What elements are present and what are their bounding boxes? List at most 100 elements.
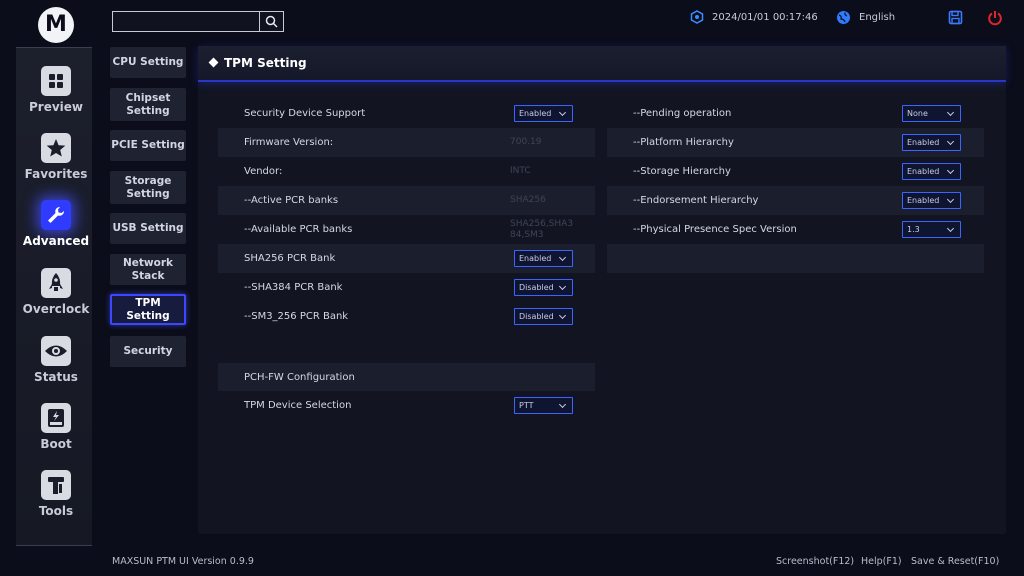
setting-label: TPM Device Selection [244,400,352,411]
physical-presence-spec-version-dropdown[interactable]: 1.3 [902,221,961,238]
submenu-label: TPM Setting [126,296,170,322]
dropdown-value: None [907,109,928,118]
rocket-icon [41,268,71,298]
nav-preview[interactable]: Preview [16,66,96,126]
setting-label: --Active PCR banks [244,195,339,206]
submenu-label: Security [123,345,173,357]
datetime-text: 2024/01/01 00:17:46 [712,11,818,23]
left-settings-column: Security Device Support Enabled Firmware… [218,99,595,557]
chevron-down-icon [946,137,955,146]
row-storage-hierarchy: --Storage Hierarchy Enabled [607,157,984,186]
row-security-device-support: Security Device Support Enabled [218,99,595,128]
nav-label: Advanced [22,234,90,248]
maxsun-logo: M [38,7,74,43]
setting-label: Vendor: [244,166,283,177]
row-endorsement-hierarchy: --Endorsement Hierarchy Enabled [607,186,984,215]
row-sha384-pcr-bank: --SHA384 PCR Bank Disabled [218,273,595,302]
submenu-storage-setting[interactable]: Storage Setting [110,171,186,204]
save-reset-button[interactable]: Save & Reset(F10) [911,556,999,567]
dropdown-value: Enabled [907,196,940,205]
row-vendor: Vendor: INTC [218,157,595,186]
available-pcr-banks-value: SHA256,SHA384,SM3 [510,218,574,240]
setting-label: --Platform Hierarchy [633,137,734,148]
platform-hierarchy-dropdown[interactable]: Enabled [902,134,961,151]
panel-title: TPM Setting [224,56,307,70]
submenu-label: PCIE Setting [111,139,185,151]
submenu-network-stack[interactable]: Network Stack [110,254,186,285]
language-label: English [859,12,896,23]
submenu-security[interactable]: Security [110,336,186,367]
row-tpm-device-selection: TPM Device Selection PTT [218,391,595,420]
search-icon [265,15,278,28]
nav-label: Preview [28,100,83,114]
nav-status[interactable]: Status [16,336,96,396]
setting-label: --Physical Presence Spec Version [633,224,797,235]
nav-advanced[interactable]: Advanced [16,200,96,260]
active-pcr-banks-value: SHA256 [510,195,546,205]
setting-label: --SHA384 PCR Bank [244,282,343,293]
storage-hierarchy-dropdown[interactable]: Enabled [902,163,961,180]
chevron-down-icon [558,311,567,320]
version-text: MAXSUN PTM UI Version 0.9.9 [112,556,254,567]
row-active-pcr-banks: --Active PCR banks SHA256 [218,186,595,215]
dropdown-value: 1.3 [907,225,920,234]
endorsement-hierarchy-dropdown[interactable]: Enabled [902,192,961,209]
row-sha256-pcr-bank: SHA256 PCR Bank Enabled [218,244,595,273]
setting-label: SHA256 PCR Bank [244,253,336,264]
grid-icon [41,66,71,96]
submenu-tpm-setting[interactable]: TPM Setting [110,294,186,325]
sha256-pcr-bank-dropdown[interactable]: Enabled [514,250,573,267]
nav-boot[interactable]: Boot [16,403,96,463]
nav-label: Tools [38,504,74,518]
nav-label: Overclock [22,302,90,316]
language-selector[interactable]: English [836,10,895,25]
floppy-save-icon [948,10,963,25]
nav-label: Boot [40,437,72,451]
nav-overclock[interactable]: Overclock [16,268,96,328]
search-input[interactable] [112,11,259,32]
submenu-label: Network Stack [122,256,173,282]
security-device-support-dropdown[interactable]: Enabled [514,105,573,122]
setting-label: --Storage Hierarchy [633,166,731,177]
nav-favorites[interactable]: Favorites [16,133,96,193]
row-sm3-256-pcr-bank: --SM3_256 PCR Bank Disabled [218,302,595,331]
row-platform-hierarchy: --Platform Hierarchy Enabled [607,128,984,157]
submenu-label: CPU Setting [112,56,184,68]
vendor-value: INTC [510,166,531,176]
sha384-pcr-bank-dropdown[interactable]: Disabled [514,279,573,296]
chevron-down-icon [558,253,567,262]
right-settings-column: --Pending operation None --Platform Hier… [607,99,984,557]
pending-operation-dropdown[interactable]: None [902,105,961,122]
submenu-cpu-setting[interactable]: CPU Setting [110,47,186,78]
row-available-pcr-banks: --Available PCR banks SHA256,SHA384,SM3 [218,215,595,244]
search-box [112,11,284,32]
dropdown-value: Enabled [907,167,940,176]
screenshot-button[interactable]: Screenshot(F12) [776,556,854,567]
chevron-down-icon [558,282,567,291]
chevron-down-icon [946,166,955,175]
setting-label: --Pending operation [633,108,732,119]
submenu-pcie-setting[interactable]: PCIE Setting [110,130,186,161]
datetime-display: 2024/01/01 00:17:46 [690,10,818,24]
chevron-down-icon [946,195,955,204]
hexagon-settings-icon [690,10,704,24]
pch-fw-configuration-header: PCH-FW Configuration [218,363,595,391]
nav-tools[interactable]: Tools [16,470,96,530]
firmware-version-value: 700.19 [510,137,542,147]
dropdown-value: Enabled [519,254,552,263]
save-button[interactable] [948,10,963,29]
search-button[interactable] [259,11,284,32]
dropdown-value: Enabled [907,138,940,147]
sm3-256-pcr-bank-dropdown[interactable]: Disabled [514,308,573,325]
help-button[interactable]: Help(F1) [861,556,902,567]
tpm-device-selection-dropdown[interactable]: PTT [514,397,573,414]
tools-icon [41,470,71,500]
eye-icon [41,336,71,366]
submenu-chipset-setting[interactable]: Chipset Setting [110,88,186,121]
row-empty [607,244,984,273]
dropdown-value: PTT [519,401,534,410]
chevron-down-icon [946,224,955,233]
setting-label: --SM3_256 PCR Bank [244,311,349,322]
power-button[interactable] [987,10,1003,30]
submenu-usb-setting[interactable]: USB Setting [110,213,186,244]
